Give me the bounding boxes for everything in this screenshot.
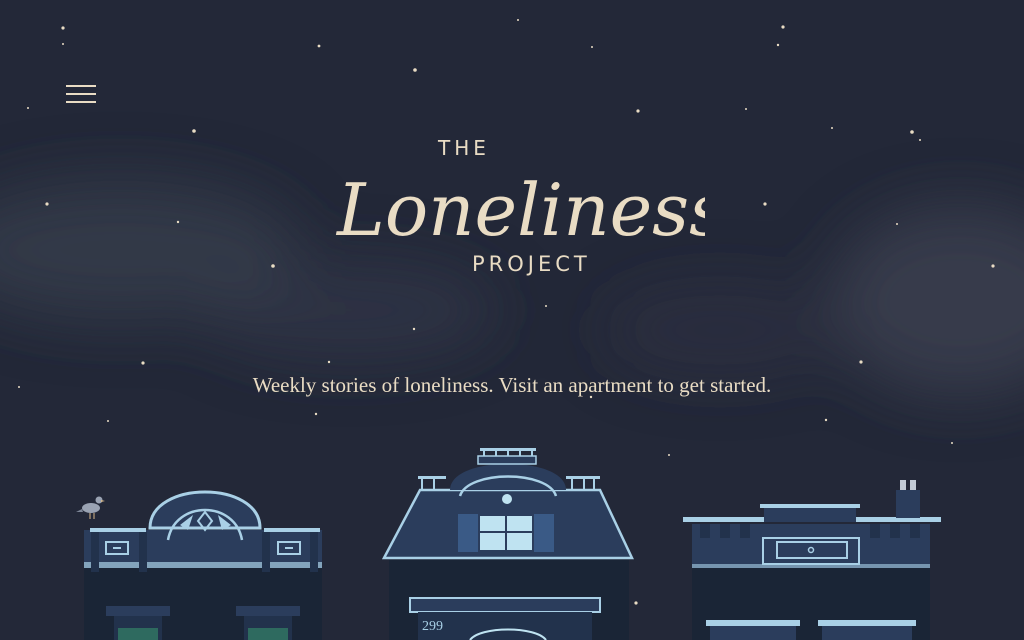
center-building[interactable]	[381, 448, 634, 640]
right-building[interactable]	[683, 480, 941, 640]
left-building[interactable]	[76, 490, 322, 640]
night-scene	[0, 19, 1024, 640]
building-number: 299	[422, 619, 443, 634]
site-logo[interactable]: THE Loneliness PROJECT	[325, 115, 705, 305]
tagline: Weekly stories of loneliness. Visit an a…	[252, 373, 772, 397]
hamburger-menu-icon[interactable]	[62, 80, 100, 108]
pigeon-icon	[76, 496, 105, 519]
logo-script: Loneliness	[335, 168, 705, 252]
logo-script-wordmark: Loneliness	[335, 168, 705, 252]
logo-project: PROJECT	[472, 252, 591, 276]
